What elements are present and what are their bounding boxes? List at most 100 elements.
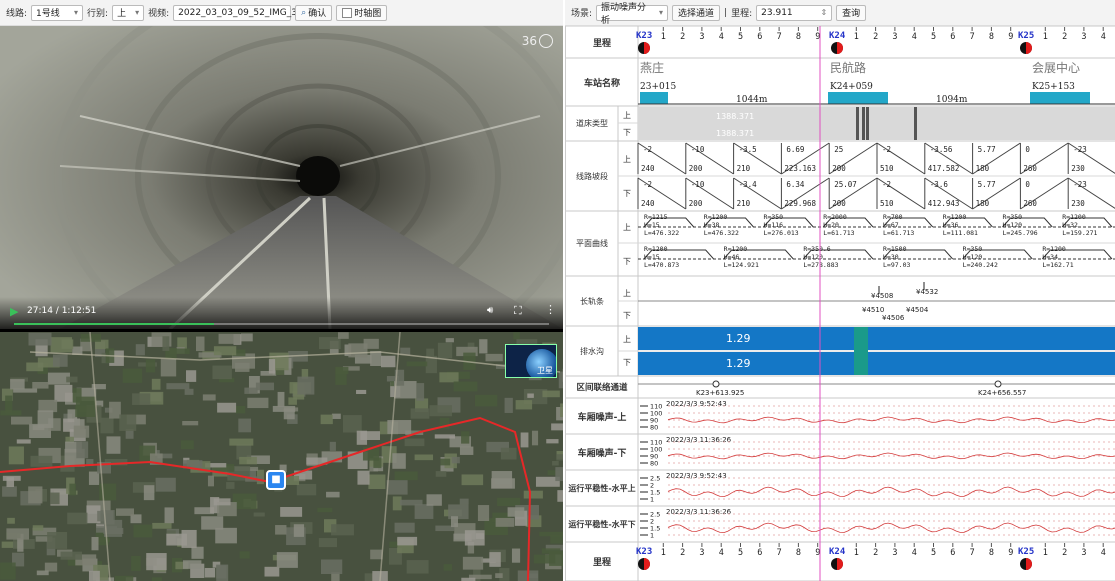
curve-up-curve-text: R=350 (764, 213, 784, 221)
map-block (32, 381, 49, 389)
map-block (182, 421, 199, 426)
gradient-up-grade: 25 (834, 145, 843, 154)
turnout-up-label: 上 (623, 111, 631, 120)
bus-marker-icon[interactable]: ■ (266, 470, 286, 490)
map-block (100, 417, 114, 434)
curve-down-curve-text: L=470.873 (644, 261, 679, 269)
map-block (133, 524, 153, 538)
map-block (500, 447, 517, 460)
volume-icon[interactable]: 🔊︎ (487, 305, 493, 316)
mileage-input[interactable]: 23.911 ⇕ (756, 4, 833, 21)
row-label-drainage: 排水沟 (580, 346, 604, 356)
gradient-down-length: 240 (641, 199, 655, 208)
curve-up-curve-text: L=245.796 (1003, 229, 1038, 237)
bottom-mileage-tick-label: 5 (931, 548, 936, 558)
map-block (36, 570, 49, 576)
video-select[interactable]: 2022_03_03_09_52_IMG_3853▾ (173, 4, 324, 21)
drainage-bar-down (638, 352, 1115, 375)
map-block (30, 455, 53, 467)
top-mileage-km-marker-half (837, 42, 843, 54)
video-label: 视频: (148, 9, 170, 19)
map-block (406, 361, 428, 367)
progress-track[interactable] (14, 323, 549, 325)
curve-up-curve-text: R=2000 (823, 213, 847, 221)
map-block (255, 382, 275, 391)
curve-down-curve-text: R=1200 (1042, 245, 1066, 253)
map-block (297, 376, 315, 395)
curve-up-curve-text: H=116 (764, 221, 784, 229)
top-mileage-tick-label: 5 (738, 32, 743, 42)
more-icon[interactable]: ⋮ (545, 303, 556, 316)
map-block (414, 504, 434, 519)
map-block (527, 393, 534, 398)
map-block (389, 541, 398, 548)
map-block (504, 397, 513, 413)
scene-label: 场景: (571, 9, 593, 19)
map-block (556, 454, 563, 461)
top-mileage-tick-label: 8 (989, 32, 994, 42)
bottom-mileage-km-label: K23 (636, 547, 652, 557)
bottom-mileage-tick-label: 6 (950, 548, 955, 558)
curve-up-curve-text: L=111.081 (943, 229, 978, 237)
timeline-checkbox[interactable] (342, 7, 353, 18)
map-block (28, 332, 52, 346)
map-block (186, 370, 197, 382)
map-block (560, 403, 563, 418)
curve-up-curve-text: R=1200 (1062, 213, 1086, 221)
map-block (552, 460, 559, 466)
top-mileage-tick-label: 4 (1101, 32, 1106, 42)
line-select[interactable]: 1号线 ▾ (31, 4, 84, 21)
fullscreen-icon[interactable]: ⛶ (514, 304, 522, 318)
stab-down-tick-label: 1 (650, 532, 654, 540)
curve-up-curve-text: L=476.322 (644, 229, 679, 237)
map-block (331, 413, 341, 419)
bottom-mileage-tick-label: 4 (1101, 548, 1106, 558)
map-block (180, 440, 194, 450)
map-block (459, 498, 469, 505)
passage-marker-icon (712, 380, 720, 388)
map-block (240, 333, 253, 342)
confirm-button[interactable]: ⌕ 确认 (295, 4, 333, 21)
map-block (132, 393, 151, 405)
map-block (226, 482, 235, 489)
bottom-mileage-tick-label: 7 (777, 548, 782, 558)
gradient-down-grade: -10 (691, 180, 705, 189)
map-block (450, 516, 458, 528)
top-mileage-tick-label: 6 (757, 32, 762, 42)
timeline-toggle[interactable]: 时轴图 (336, 4, 388, 21)
mileage-label: 里程: (731, 9, 753, 19)
noise-down-series-line (667, 452, 1115, 460)
satellite-map[interactable]: 卫星 ■ (0, 332, 563, 581)
curve-down-curve-text: H=120 (963, 253, 983, 261)
query-button[interactable]: 查询 (836, 4, 867, 21)
gradient-up-length: 180 (976, 164, 990, 173)
row-label-station: 车站名称 (583, 78, 620, 89)
row-label-curve: 平面曲线 (576, 239, 608, 248)
map-block (497, 497, 521, 507)
globe-button[interactable]: 卫星 (505, 344, 557, 378)
curve-up-curve-text: R=1200 (704, 213, 728, 221)
line-label: 线路: (6, 9, 28, 19)
map-block (296, 483, 317, 496)
bottom-mileage-tick-label: 1 (661, 548, 666, 558)
play-button[interactable]: ▶ (10, 305, 18, 318)
gradient-up-grade: -3.5 (739, 145, 757, 154)
video-player[interactable]: 36 ▶ 27:14 / 1:12:51 🔊︎ ⛶ ⋮ (0, 26, 563, 329)
direction-select[interactable]: 上 ▾ (112, 4, 145, 21)
select-channel-button[interactable]: 选择通道 (672, 4, 721, 21)
map-block (277, 391, 285, 407)
map-block (88, 471, 100, 485)
spinner-icon[interactable]: ⇕ (820, 8, 827, 17)
map-block (131, 555, 141, 571)
map-block (320, 559, 343, 575)
ballast-text-up: 1388.371 (716, 112, 754, 121)
noise-down-time: 2022/3/3 11:36:26 (666, 436, 732, 444)
track-chart-panel: K23 1 2 3 4 5 6 7 8 9 K24 1 2 3 4 5 6 7 8 9 K25 1 2 3 4 K23 1 2 3 4 5 6… (565, 26, 1115, 581)
map-block (5, 395, 13, 414)
gradient-down-grade: -23 (1073, 180, 1087, 189)
scene-select[interactable]: 振动噪声分析 ▾ (596, 3, 669, 26)
map-block (7, 517, 15, 524)
curve-up-curve-text: L=159.271 (1062, 229, 1097, 237)
map-block (66, 376, 78, 383)
map-block (439, 372, 459, 383)
